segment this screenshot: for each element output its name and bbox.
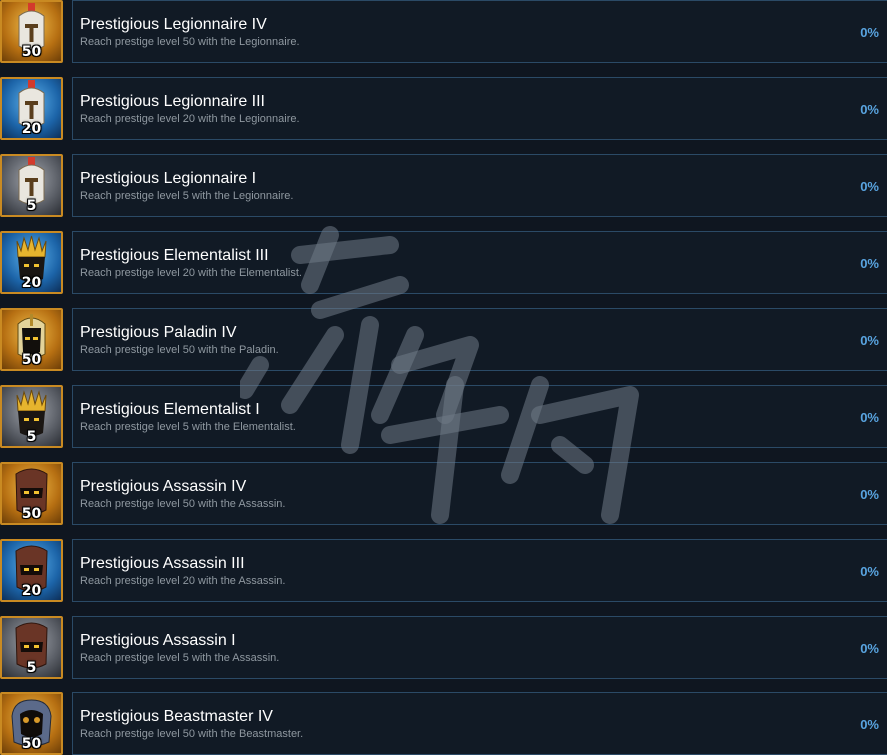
achievement-title: Prestigious Legionnaire III xyxy=(80,93,265,110)
achievement-panel: Prestigious Assassin I Reach prestige le… xyxy=(72,616,887,679)
achievement-title: Prestigious Legionnaire IV xyxy=(80,16,267,33)
achievement-title: Prestigious Beastmaster IV xyxy=(80,708,273,725)
achievement-panel: Prestigious Legionnaire I Reach prestige… xyxy=(72,154,887,217)
achievement-row[interactable]: 50 Prestigious Beastmaster IV Reach pres… xyxy=(0,692,887,755)
unlock-percentage: 0% xyxy=(860,641,879,656)
paladin-helmet-icon: 50 xyxy=(0,308,63,371)
unlock-percentage: 0% xyxy=(860,410,879,425)
achievement-panel: Prestigious Beastmaster IV Reach prestig… xyxy=(72,692,887,755)
achievement-description: Reach prestige level 5 with the Legionna… xyxy=(80,190,294,202)
achievement-description: Reach prestige level 5 with the Assassin… xyxy=(80,652,280,664)
prestige-level-badge: 50 xyxy=(21,44,42,60)
achievement-title: Prestigious Elementalist I xyxy=(80,401,260,418)
unlock-percentage: 0% xyxy=(860,564,879,579)
achievement-panel: Prestigious Assassin IV Reach prestige l… xyxy=(72,462,887,525)
achievement-row[interactable]: 5 Prestigious Elementalist I Reach prest… xyxy=(0,385,887,450)
achievement-description: Reach prestige level 50 with the Beastma… xyxy=(80,728,304,740)
prestige-level-badge: 5 xyxy=(26,429,37,445)
achievement-panel: Prestigious Elementalist III Reach prest… xyxy=(72,231,887,294)
legionnaire-helmet-icon: 5 xyxy=(0,154,63,217)
beastmaster-hood-icon: 50 xyxy=(0,692,63,755)
achievement-row[interactable]: 50 Prestigious Assassin IV Reach prestig… xyxy=(0,462,887,527)
prestige-level-badge: 50 xyxy=(21,736,42,752)
achievement-description: Reach prestige level 20 with the Legionn… xyxy=(80,113,300,125)
achievement-row[interactable]: 50 Prestigious Paladin IV Reach prestige… xyxy=(0,308,887,373)
assassin-mask-icon: 20 xyxy=(0,539,63,602)
achievement-title: Prestigious Paladin IV xyxy=(80,324,237,341)
achievement-title: Prestigious Legionnaire I xyxy=(80,170,257,187)
achievement-row[interactable]: 20 Prestigious Legionnaire III Reach pre… xyxy=(0,77,887,142)
achievement-list: 50 Prestigious Legionnaire IV Reach pres… xyxy=(0,0,887,755)
achievement-title: Prestigious Assassin IV xyxy=(80,478,247,495)
achievement-title: Prestigious Elementalist III xyxy=(80,247,269,264)
achievement-title: Prestigious Assassin I xyxy=(80,632,236,649)
achievement-description: Reach prestige level 50 with the Legionn… xyxy=(80,36,300,48)
prestige-level-badge: 20 xyxy=(21,121,42,137)
unlock-percentage: 0% xyxy=(860,333,879,348)
unlock-percentage: 0% xyxy=(860,179,879,194)
achievement-row[interactable]: 5 Prestigious Assassin I Reach prestige … xyxy=(0,616,887,681)
unlock-percentage: 0% xyxy=(860,25,879,40)
prestige-level-badge: 5 xyxy=(26,198,37,214)
elementalist-crown-icon: 5 xyxy=(0,385,63,448)
achievement-description: Reach prestige level 5 with the Elementa… xyxy=(80,421,296,433)
assassin-mask-icon: 5 xyxy=(0,616,63,679)
unlock-percentage: 0% xyxy=(860,102,879,117)
prestige-level-badge: 20 xyxy=(21,583,42,599)
prestige-level-badge: 50 xyxy=(21,352,42,368)
achievement-panel: Prestigious Legionnaire III Reach presti… xyxy=(72,77,887,140)
prestige-level-badge: 20 xyxy=(21,275,42,291)
prestige-level-badge: 5 xyxy=(26,660,37,676)
achievement-description: Reach prestige level 50 with the Paladin… xyxy=(80,344,279,356)
achievement-panel: Prestigious Legionnaire IV Reach prestig… xyxy=(72,0,887,63)
achievement-title: Prestigious Assassin III xyxy=(80,555,245,572)
achievement-description: Reach prestige level 20 with the Element… xyxy=(80,267,302,279)
achievement-row[interactable]: 50 Prestigious Legionnaire IV Reach pres… xyxy=(0,0,887,65)
unlock-percentage: 0% xyxy=(860,717,879,732)
achievement-row[interactable]: 5 Prestigious Legionnaire I Reach presti… xyxy=(0,154,887,219)
legionnaire-helmet-icon: 50 xyxy=(0,0,63,63)
achievement-panel: Prestigious Paladin IV Reach prestige le… xyxy=(72,308,887,371)
assassin-mask-icon: 50 xyxy=(0,462,63,525)
prestige-level-badge: 50 xyxy=(21,506,42,522)
achievement-panel: Prestigious Elementalist I Reach prestig… xyxy=(72,385,887,448)
achievement-row[interactable]: 20 Prestigious Assassin III Reach presti… xyxy=(0,539,887,604)
unlock-percentage: 0% xyxy=(860,487,879,502)
achievement-panel: Prestigious Assassin III Reach prestige … xyxy=(72,539,887,602)
unlock-percentage: 0% xyxy=(860,256,879,271)
achievement-description: Reach prestige level 20 with the Assassi… xyxy=(80,575,286,587)
achievement-description: Reach prestige level 50 with the Assassi… xyxy=(80,498,286,510)
achievement-row[interactable]: 20 Prestigious Elementalist III Reach pr… xyxy=(0,231,887,296)
elementalist-crown-icon: 20 xyxy=(0,231,63,294)
legionnaire-helmet-icon: 20 xyxy=(0,77,63,140)
